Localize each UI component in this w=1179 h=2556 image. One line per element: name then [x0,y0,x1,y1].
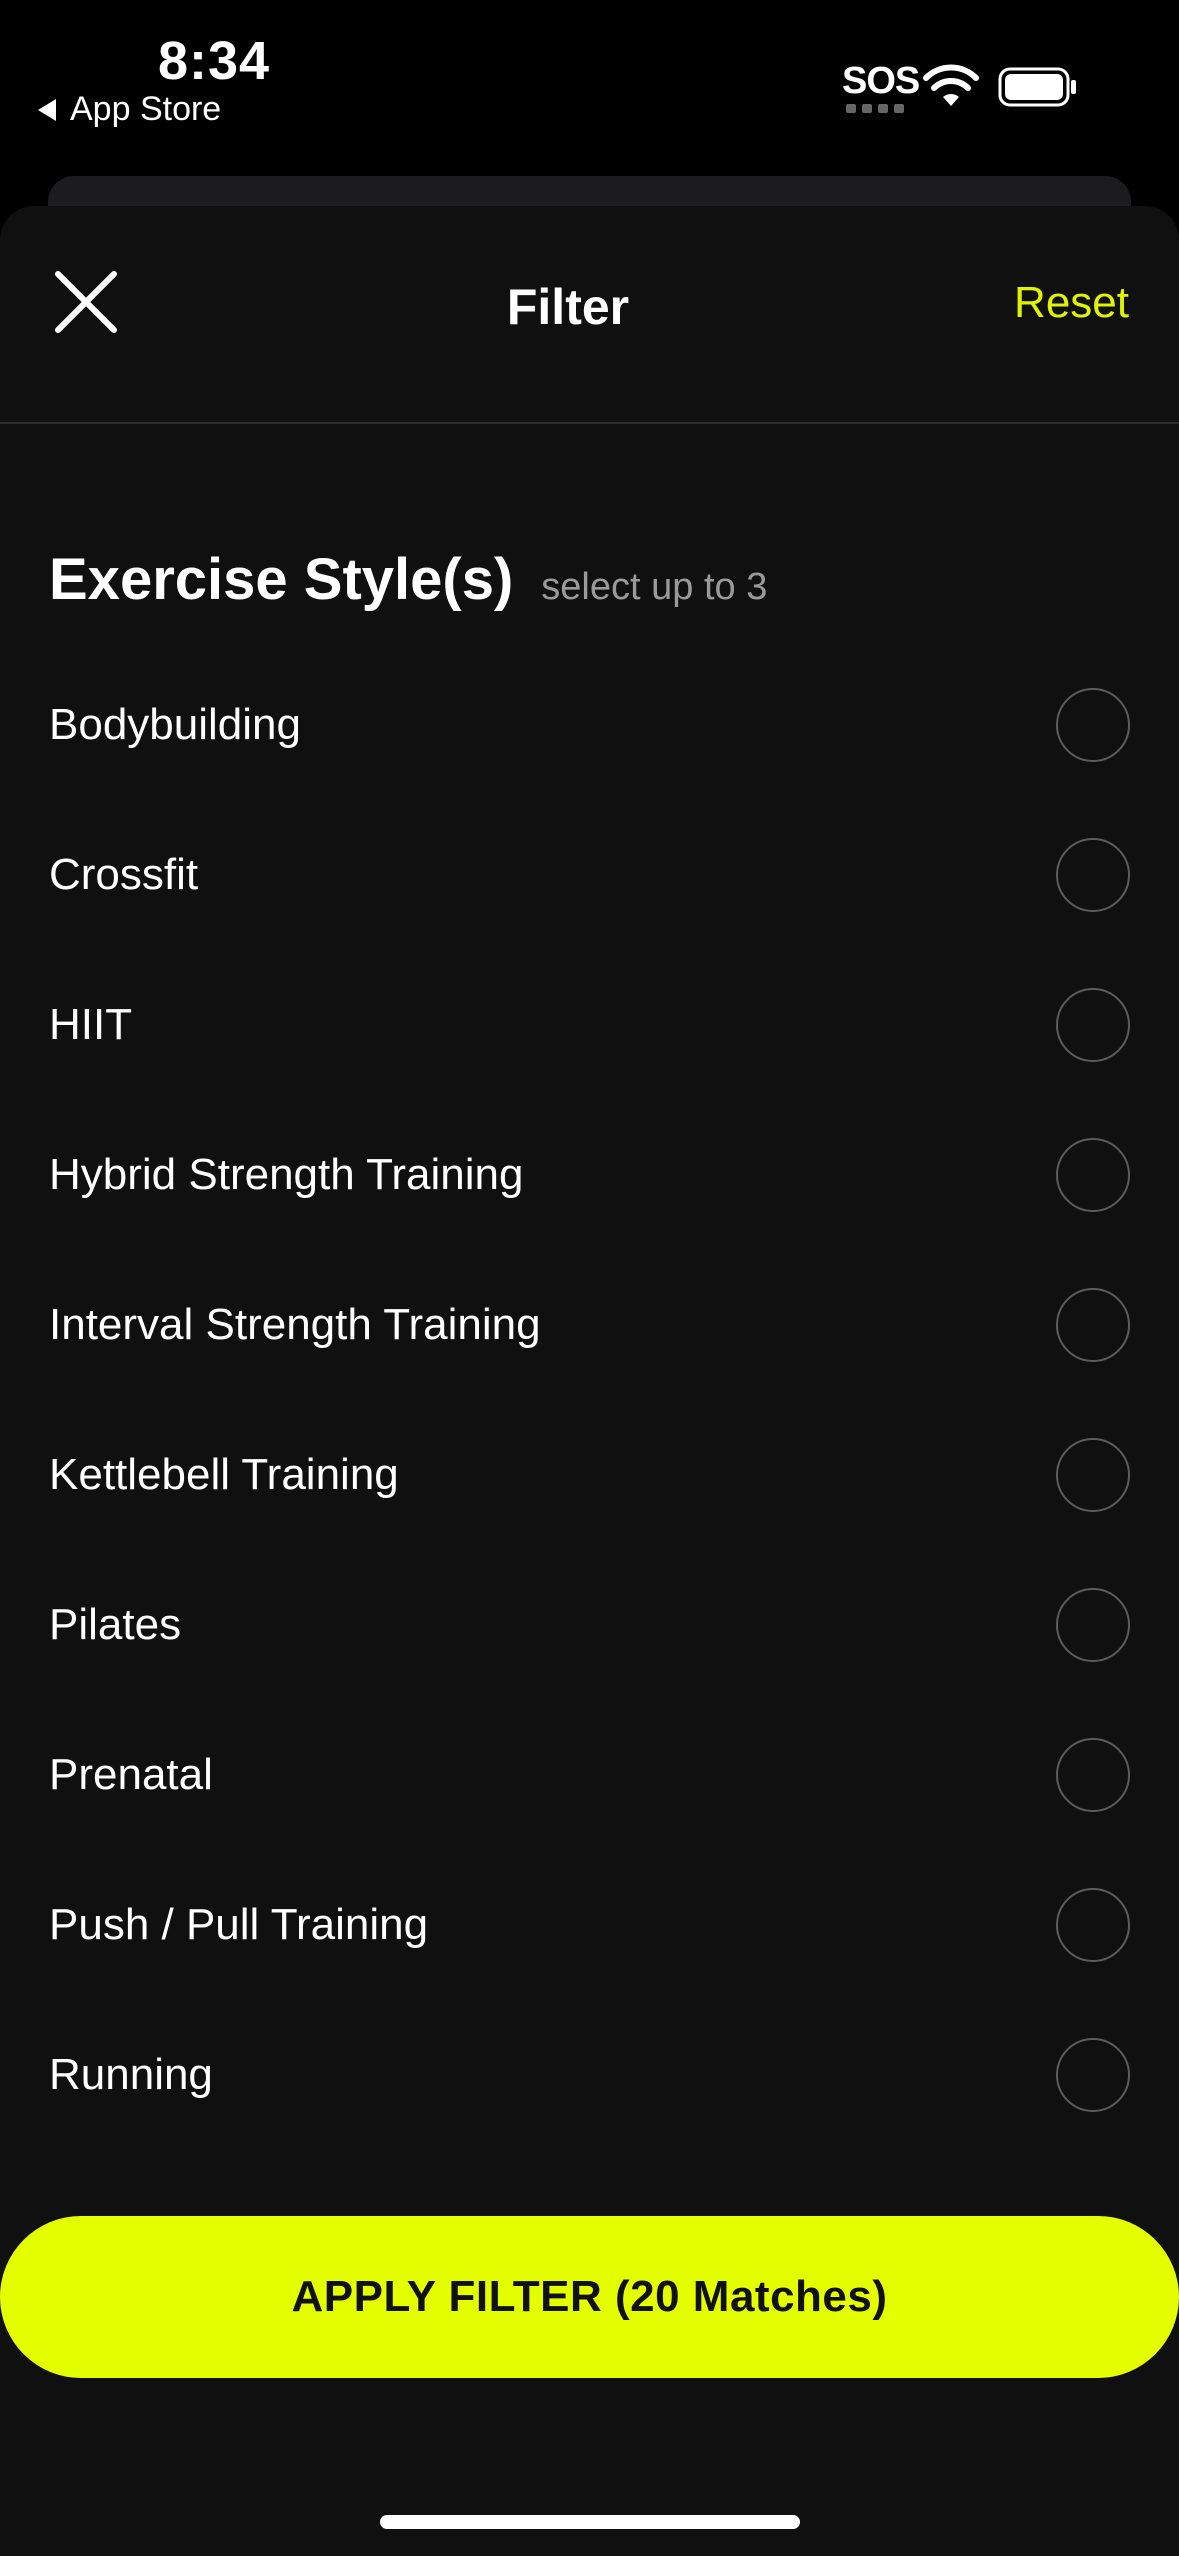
sos-indicator: SOS [842,60,920,102]
section-header: Exercise Style(s) select up to 3 [49,546,767,613]
radio-button[interactable] [1056,688,1130,762]
back-triangle-icon [38,98,56,121]
back-app-label: App Store [70,90,222,128]
radio-button[interactable] [1056,838,1130,912]
option-label: Interval Strength Training [49,1300,541,1349]
apply-filter-button[interactable]: APPLY FILTER (20 Matches) [0,2216,1179,2378]
exercise-style-list: Bodybuilding Crossfit HIIT Hybrid Streng… [0,650,1179,2150]
option-row[interactable]: HIIT [0,950,1179,1100]
option-label: Hybrid Strength Training [49,1150,524,1199]
option-row[interactable]: Bodybuilding [0,650,1179,800]
radio-button[interactable] [1056,1588,1130,1662]
option-row[interactable]: Kettlebell Training [0,1400,1179,1550]
radio-button[interactable] [1056,1738,1130,1812]
option-row[interactable]: Interval Strength Training [0,1250,1179,1400]
option-label: Bodybuilding [49,700,301,749]
option-label: HIIT [49,1000,133,1049]
radio-button[interactable] [1056,1138,1130,1212]
option-label: Prenatal [49,1750,213,1799]
radio-button[interactable] [1056,1438,1130,1512]
option-row[interactable]: Pilates [0,1550,1179,1700]
option-row[interactable]: Push / Pull Training [0,1850,1179,2000]
radio-button[interactable] [1056,2038,1130,2112]
battery-icon [998,67,1076,107]
signal-dots-icon [846,104,904,113]
option-row[interactable]: Running [0,2000,1179,2150]
option-label: Running [49,2050,213,2099]
header-divider [0,422,1179,424]
option-label: Push / Pull Training [49,1900,429,1949]
radio-button[interactable] [1056,1288,1130,1362]
option-row[interactable]: Prenatal [0,1700,1179,1850]
home-indicator[interactable] [380,2515,800,2529]
radio-button[interactable] [1056,988,1130,1062]
section-title: Exercise Style(s) [49,547,514,612]
page-title: Filter [506,279,630,335]
option-label: Crossfit [49,850,199,899]
status-time: 8:34 [158,31,271,91]
radio-button[interactable] [1056,1888,1130,1962]
option-label: Pilates [49,1600,182,1649]
option-row[interactable]: Crossfit [0,800,1179,950]
back-to-app-store[interactable]: App Store [38,90,221,129]
wifi-icon [923,64,979,106]
reset-button[interactable]: Reset [1014,278,1129,328]
option-row[interactable]: Hybrid Strength Training [0,1100,1179,1250]
section-subtitle: select up to 3 [541,566,768,608]
option-label: Kettlebell Training [49,1450,399,1499]
